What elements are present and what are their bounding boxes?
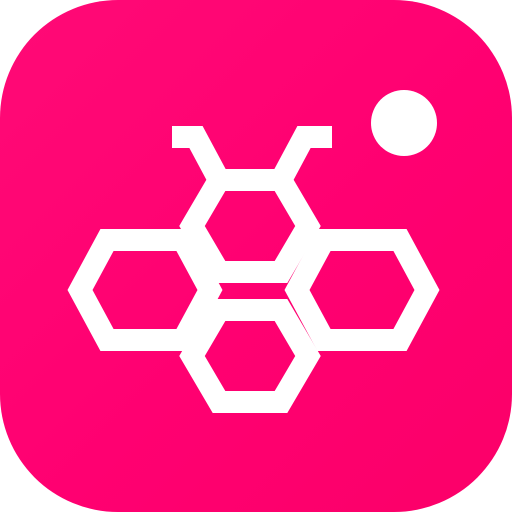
- icon-canvas: [0, 0, 512, 512]
- hexagon-right: [284, 229, 440, 351]
- hexagon-bottom: [179, 299, 321, 413]
- hexagon-left: [67, 229, 223, 351]
- hexagon-top: [179, 169, 321, 283]
- antenna-right: [271, 126, 332, 186]
- honeycomb-bee-icon: [67, 90, 440, 413]
- app-icon[interactable]: [0, 0, 512, 512]
- notification-dot-icon: [371, 90, 437, 156]
- antenna-left: [172, 126, 229, 186]
